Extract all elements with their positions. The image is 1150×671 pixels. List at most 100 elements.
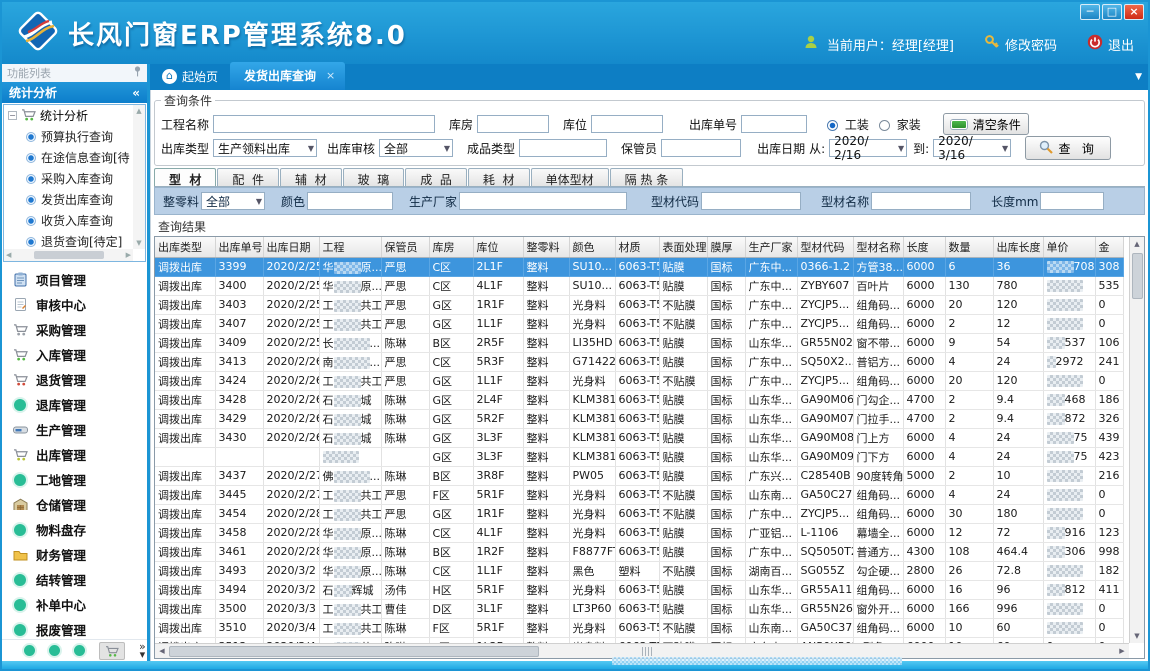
tab-close-icon[interactable]: ×	[326, 69, 335, 82]
tree-root-stats[interactable]: − 统计分析	[4, 105, 133, 126]
product-type-input[interactable]	[519, 139, 607, 157]
tree-horizontal-scrollbar[interactable]: ◀▶	[4, 249, 133, 261]
project-name-input[interactable]	[213, 115, 435, 133]
profile-name-input[interactable]	[871, 192, 971, 210]
sidebar-item-14[interactable]: 补单中心	[2, 592, 147, 617]
column-header[interactable]: 库房	[429, 237, 473, 257]
sidebar-item-11[interactable]: 物料盘存	[2, 517, 147, 542]
material-tab-3[interactable]: 玻 璃	[343, 168, 405, 186]
scroll-left-icon[interactable]: ◀	[155, 647, 169, 655]
table-row[interactable]: 调拨出库34132020/2/26南...严思C区5R3F整料G71422606…	[155, 352, 1123, 371]
column-header[interactable]: 型材代码	[797, 237, 853, 257]
sidebar-item-8[interactable]: 出库管理	[2, 442, 147, 467]
table-row[interactable]: 调拨出库34002020/2/25华原...严思C区4L1F整料SU10...6…	[155, 276, 1123, 295]
tab-home[interactable]: ⌂ 起始页	[150, 68, 230, 90]
column-header[interactable]: 出库类型	[155, 237, 215, 257]
sidebar-item-3[interactable]: 采购管理	[2, 317, 147, 342]
tree-item-5[interactable]: 退货查询[待定]	[4, 231, 133, 249]
material-tab-2[interactable]: 辅 材	[280, 168, 342, 186]
table-row[interactable]: 调拨出库34242020/2/26工共工程严思G区1L1F整料光身料6063-T…	[155, 371, 1123, 390]
sidebar-item-12[interactable]: 财务管理	[2, 542, 147, 567]
order-no-input[interactable]	[741, 115, 807, 133]
column-header[interactable]: 颜色	[569, 237, 615, 257]
radio-jiazhuang[interactable]: 家装	[879, 116, 921, 133]
whole-part-combo[interactable]: 全部▼	[201, 192, 265, 210]
scroll-up-icon[interactable]: ▲	[1134, 237, 1139, 251]
table-row[interactable]: G区3L3F整料KLM38176063-T5贴膜国标山东华...GA90M09.…	[155, 447, 1123, 466]
material-tab-6[interactable]: 单体型材	[531, 168, 609, 186]
length-input[interactable]	[1040, 192, 1104, 210]
column-header[interactable]: 长度	[903, 237, 945, 257]
collapse-icon[interactable]: «	[132, 86, 140, 100]
date-to-picker[interactable]: 2020/ 3/16▼	[933, 139, 1011, 157]
column-header[interactable]: 膜厚	[707, 237, 745, 257]
logout-link[interactable]: 退出	[1087, 34, 1134, 54]
grid-horizontal-scrollbar[interactable]: ◀ ▶	[155, 643, 1129, 658]
column-header[interactable]: 库位	[473, 237, 523, 257]
factory-input[interactable]	[459, 192, 627, 210]
quick-dot-icon[interactable]	[24, 645, 35, 656]
column-header[interactable]: 保管员	[381, 237, 429, 257]
scroll-down-icon[interactable]: ▼	[1134, 629, 1139, 643]
sidebar-item-13[interactable]: 结转管理	[2, 567, 147, 592]
table-row[interactable]: 调拨出库34932020/3/2华原...陈琳C区1L1F整料黑色塑料不贴膜国标…	[155, 561, 1123, 580]
horizontal-scroll-thumb[interactable]	[169, 646, 539, 657]
table-row[interactable]: 调拨出库34302020/2/26石城陈琳G区3L3F整料KLM38176063…	[155, 428, 1123, 447]
quick-cart-button[interactable]	[99, 642, 125, 660]
tab-shipping-out-query[interactable]: 发货出库查询 ×	[230, 62, 345, 90]
sidebar-item-5[interactable]: 退货管理	[2, 367, 147, 392]
table-row[interactable]: 调拨出库35002020/3/3工共工程曹佳D区3L1F整料LT3P606063…	[155, 599, 1123, 618]
vertical-scroll-thumb[interactable]	[1132, 253, 1143, 299]
table-row[interactable]: 调拨出库34282020/2/26石城陈琳G区2L4F整料KLM38176063…	[155, 390, 1123, 409]
close-button[interactable]: ×	[1124, 4, 1144, 20]
audit-combo[interactable]: 全部▼	[379, 139, 453, 157]
material-tab-4[interactable]: 成 品	[405, 168, 467, 186]
profile-code-input[interactable]	[701, 192, 801, 210]
pin-icon[interactable]	[133, 66, 142, 80]
quick-dot-icon[interactable]	[74, 645, 85, 656]
minimize-button[interactable]: ─	[1080, 4, 1100, 20]
table-row[interactable]: 调拨出库34542020/2/28工共工程严思G区1R1F整料光身料6063-T…	[155, 504, 1123, 523]
table-row[interactable]: 调拨出库34092020/2/25长...陈琳B区2R5F整料LI35HD606…	[155, 333, 1123, 352]
quick-dot-icon[interactable]	[49, 645, 60, 656]
tree-item-1[interactable]: 在途信息查询[待	[4, 147, 133, 168]
sidebar-item-10[interactable]: 仓储管理	[2, 492, 147, 517]
stats-group-header[interactable]: 统计分析 «	[2, 82, 147, 103]
clear-conditions-button[interactable]: 清空条件	[943, 113, 1029, 135]
grid-vertical-scrollbar[interactable]: ▲ ▼	[1129, 237, 1144, 643]
material-tab-7[interactable]: 隔 热 条	[610, 168, 684, 186]
column-header[interactable]: 出库长度	[993, 237, 1043, 257]
sidebar-item-1[interactable]: 项目管理	[2, 267, 147, 292]
sidebar-item-7[interactable]: 生产管理	[2, 417, 147, 442]
column-header[interactable]: 生产厂家	[745, 237, 797, 257]
column-header[interactable]: 整零料	[523, 237, 569, 257]
column-header[interactable]: 表面处理	[659, 237, 707, 257]
sidebar-item-9[interactable]: 工地管理	[2, 467, 147, 492]
tab-overflow-icon[interactable]: ▼	[1135, 72, 1142, 82]
change-password-link[interactable]: 修改密码	[984, 34, 1057, 54]
material-tab-5[interactable]: 耗 材	[468, 168, 530, 186]
maximize-button[interactable]: □	[1102, 4, 1122, 20]
tree-item-0[interactable]: 预算执行查询	[4, 126, 133, 147]
table-row[interactable]: 调拨出库34452020/2/27工共工程严思F区5R1F整料光身料6063-T…	[155, 485, 1123, 504]
more-menus-button[interactable]: »▾	[139, 643, 146, 659]
tree-item-4[interactable]: 收货入库查询	[4, 210, 133, 231]
tree-item-3[interactable]: 发货出库查询	[4, 189, 133, 210]
table-row[interactable]: 调拨出库34072020/2/25工共工程严思G区1L1F整料光身料6063-T…	[155, 314, 1123, 333]
tree-item-2[interactable]: 采购入库查询	[4, 168, 133, 189]
date-from-picker[interactable]: 2020/ 2/16▼	[829, 139, 907, 157]
warehouse-input[interactable]	[477, 115, 549, 133]
column-header[interactable]: 出库日期	[263, 237, 319, 257]
column-header[interactable]: 工程	[319, 237, 381, 257]
table-row[interactable]: 调拨出库33992020/2/25华原...严思C区2L1F整料SU10...6…	[155, 257, 1123, 276]
table-row[interactable]: 调拨出库34372020/2/27佛...陈琳B区3R8F整料PW056063-…	[155, 466, 1123, 485]
sidebar-item-4[interactable]: 入库管理	[2, 342, 147, 367]
column-header[interactable]: 数量	[945, 237, 993, 257]
table-row[interactable]: 调拨出库35102020/3/4工共工程陈琳F区5R1F整料光身料6063-T5…	[155, 618, 1123, 637]
location-input[interactable]	[591, 115, 663, 133]
tree-vertical-scrollbar[interactable]: ▲▼	[133, 105, 145, 249]
table-row[interactable]: 调拨出库34582020/2/28华原...陈琳C区4L1F整料光身料6063-…	[155, 523, 1123, 542]
column-header[interactable]: 材质	[615, 237, 659, 257]
scroll-right-icon[interactable]: ▶	[1115, 647, 1129, 655]
column-header[interactable]: 型材名称	[853, 237, 903, 257]
